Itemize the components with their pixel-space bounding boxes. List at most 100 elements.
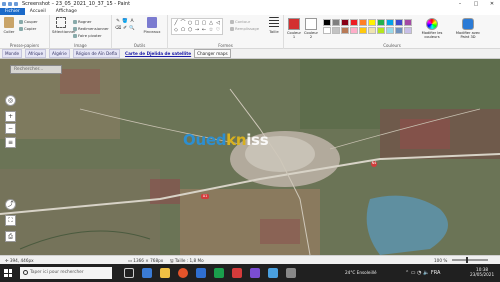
oval-shape-icon[interactable]: ○ bbox=[187, 20, 193, 26]
breadcrumb-africa[interactable]: Afrique bbox=[25, 49, 47, 58]
size-button[interactable]: Taille bbox=[266, 17, 282, 34]
fullscreen-icon[interactable]: ⛶ bbox=[5, 215, 16, 226]
color-palette bbox=[323, 19, 412, 34]
clock[interactable]: 10:38 23/05/2021 bbox=[470, 267, 494, 277]
palette-swatch[interactable] bbox=[377, 27, 385, 34]
zoom-slider-thumb[interactable] bbox=[466, 257, 468, 263]
diamond-shape-icon[interactable]: ◇ bbox=[173, 27, 179, 33]
rectangle-shape-icon[interactable]: □ bbox=[194, 20, 200, 26]
palette-swatch[interactable] bbox=[395, 19, 403, 26]
map-title[interactable]: Carte de Djelida de satellite bbox=[125, 51, 191, 56]
color1-button[interactable]: Couleur 1 bbox=[286, 18, 302, 39]
fill-bucket-icon[interactable]: 🪣 bbox=[122, 19, 128, 25]
color-picker-icon[interactable]: ✐ bbox=[122, 26, 128, 32]
task-view-icon[interactable] bbox=[124, 268, 134, 278]
brushes-button[interactable]: Pinceaux bbox=[140, 17, 164, 34]
breadcrumb-world[interactable]: Monde bbox=[2, 49, 23, 58]
pentagon-shape-icon[interactable]: ⬠ bbox=[180, 27, 186, 33]
undo-icon[interactable] bbox=[8, 2, 12, 6]
palette-swatch[interactable] bbox=[368, 19, 376, 26]
map-search-input[interactable]: Rechercher... bbox=[10, 65, 62, 74]
minimize-button[interactable]: – bbox=[452, 0, 468, 8]
select-button[interactable]: Sélectionner bbox=[52, 17, 76, 34]
locate-icon[interactable]: ◎ bbox=[5, 95, 16, 106]
left-arrow-shape-icon[interactable]: ← bbox=[201, 27, 207, 33]
breadcrumb-region[interactable]: Région de Aïn Defla bbox=[72, 49, 121, 58]
magnifier-icon[interactable]: 🔍 bbox=[129, 26, 135, 32]
app-icon[interactable] bbox=[250, 268, 260, 278]
close-button[interactable]: ✕ bbox=[484, 0, 500, 8]
star-shape-icon[interactable]: ☆ bbox=[208, 27, 214, 33]
edge-browser-icon[interactable] bbox=[142, 268, 152, 278]
mail-icon[interactable] bbox=[268, 268, 278, 278]
tab-view[interactable]: Affichage bbox=[51, 8, 82, 15]
triangle-shape-icon[interactable]: △ bbox=[208, 20, 214, 26]
palette-swatch[interactable] bbox=[404, 27, 412, 34]
line-shape-icon[interactable]: ╱ bbox=[173, 20, 179, 26]
palette-swatch[interactable] bbox=[341, 27, 349, 34]
redo-icon[interactable] bbox=[14, 2, 18, 6]
rotate-button[interactable]: Faire pivoter bbox=[73, 33, 102, 38]
rounded-rect-shape-icon[interactable]: ▢ bbox=[201, 20, 207, 26]
color2-button[interactable]: Couleur 2 bbox=[303, 18, 319, 39]
text-tool-icon[interactable]: A bbox=[129, 19, 135, 25]
excel-icon[interactable] bbox=[214, 268, 224, 278]
store-icon[interactable] bbox=[196, 268, 206, 278]
right-arrow-shape-icon[interactable]: → bbox=[194, 27, 200, 33]
tab-file[interactable]: Fichier bbox=[0, 8, 25, 15]
palette-swatch[interactable] bbox=[368, 27, 376, 34]
palette-swatch[interactable] bbox=[341, 19, 349, 26]
paint3d-button[interactable]: Modifier avec Paint 3D bbox=[452, 18, 484, 39]
zoom-out-button[interactable]: − bbox=[5, 123, 16, 134]
palette-swatch[interactable] bbox=[359, 19, 367, 26]
crop-button[interactable]: Rogner bbox=[73, 19, 92, 24]
outline-button[interactable]: Contour bbox=[230, 19, 250, 24]
taskbar-search-input[interactable]: Taper ici pour rechercher bbox=[20, 267, 112, 279]
breadcrumb-algeria[interactable]: Algérie bbox=[49, 49, 70, 58]
file-explorer-icon[interactable] bbox=[160, 268, 170, 278]
palette-swatch[interactable] bbox=[395, 27, 403, 34]
hexagon-shape-icon[interactable]: ⬡ bbox=[187, 27, 193, 33]
paint-canvas[interactable]: Monde Afrique Algérie Région de Aïn Defl… bbox=[0, 49, 500, 255]
eraser-icon[interactable]: ⌫ bbox=[115, 26, 121, 32]
print-icon[interactable]: ⎙ bbox=[5, 231, 16, 242]
change-map-button[interactable]: Changer maps bbox=[194, 49, 231, 58]
save-icon[interactable] bbox=[2, 2, 6, 6]
system-tray-icons[interactable]: ⌃ ▭ ◔ 🔈 FRA bbox=[405, 270, 440, 276]
shapes-gallery: ╱ ⌒ ○ □ ▢ △ ◁ ◇ ⬠ ⬡ → ← ☆ ♡ bbox=[171, 18, 223, 35]
paint-icon[interactable] bbox=[232, 268, 242, 278]
resize-button[interactable]: Redimensionner bbox=[73, 26, 109, 31]
palette-swatch[interactable] bbox=[386, 19, 394, 26]
weather-widget[interactable]: 24°C Ensoleillé bbox=[345, 270, 377, 275]
left-triangle-shape-icon[interactable]: ◁ bbox=[215, 20, 221, 26]
rotate-icon bbox=[73, 33, 77, 38]
palette-swatch[interactable] bbox=[350, 19, 358, 26]
pencil-icon[interactable]: ✎ bbox=[115, 19, 121, 25]
firefox-icon[interactable] bbox=[178, 268, 188, 278]
palette-swatch[interactable] bbox=[377, 19, 385, 26]
paste-button[interactable]: Coller bbox=[2, 17, 16, 34]
zoom-in-button[interactable]: + bbox=[5, 111, 16, 122]
fill-button[interactable]: Remplissage bbox=[230, 26, 259, 31]
curve-shape-icon[interactable]: ⌒ bbox=[180, 20, 186, 26]
palette-swatch[interactable] bbox=[386, 27, 394, 34]
pinned-app-icon[interactable] bbox=[286, 268, 296, 278]
copy-button[interactable]: Copier bbox=[19, 26, 36, 31]
palette-swatch[interactable] bbox=[359, 27, 367, 34]
palette-swatch[interactable] bbox=[332, 19, 340, 26]
cut-button[interactable]: Couper bbox=[19, 19, 38, 24]
heart-shape-icon[interactable]: ♡ bbox=[215, 27, 221, 33]
palette-swatch[interactable] bbox=[332, 27, 340, 34]
maximize-button[interactable]: □ bbox=[468, 0, 484, 8]
edit-colors-button[interactable]: Modifier les couleurs bbox=[417, 18, 447, 39]
palette-swatch[interactable] bbox=[404, 19, 412, 26]
zoom-slider[interactable] bbox=[452, 259, 488, 261]
palette-swatch[interactable] bbox=[350, 27, 358, 34]
tab-home[interactable]: Accueil bbox=[25, 8, 51, 15]
palette-swatch[interactable] bbox=[323, 19, 331, 26]
palette-swatch[interactable] bbox=[323, 27, 331, 34]
layers-button[interactable]: ≡ bbox=[5, 137, 16, 148]
paste-icon bbox=[4, 17, 14, 28]
share-icon[interactable]: ⤴ bbox=[5, 199, 16, 210]
windows-start-icon[interactable] bbox=[4, 269, 12, 277]
